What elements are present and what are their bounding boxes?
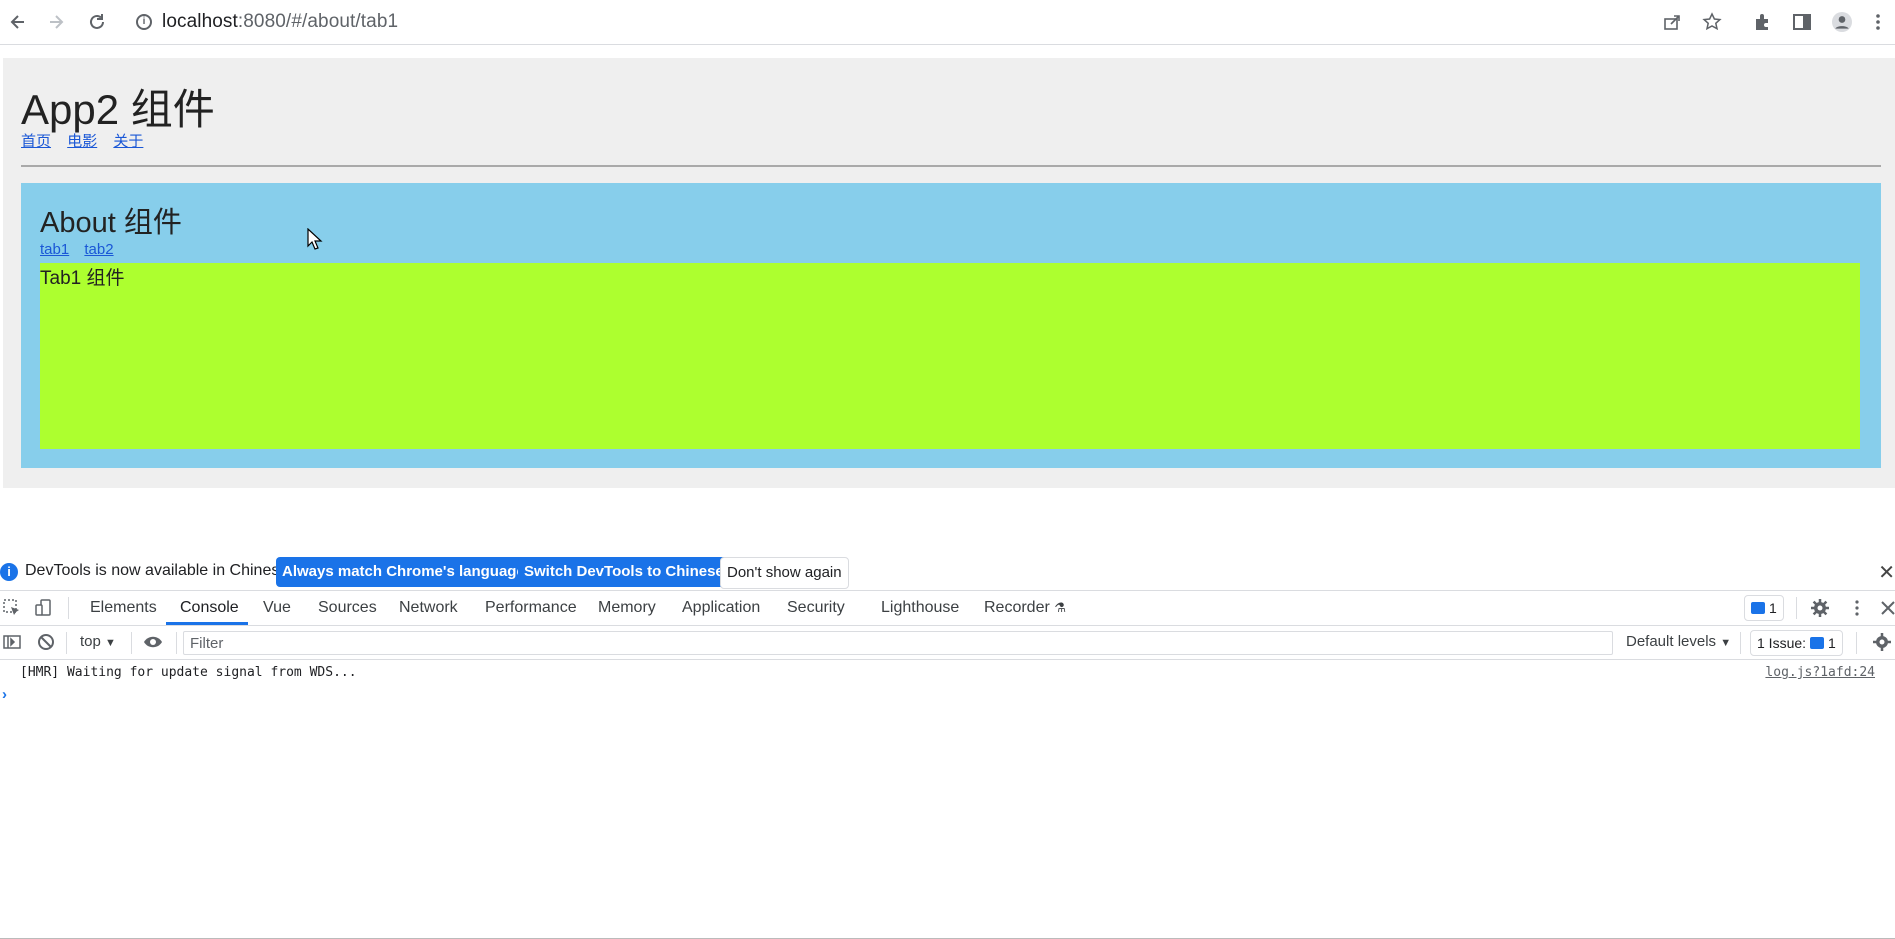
issues-count: 1 (1828, 635, 1836, 651)
about-title: About 组件 (40, 207, 182, 239)
tab-sources[interactable]: Sources (318, 599, 377, 617)
separator (68, 597, 69, 619)
console-prompt-icon[interactable]: › (2, 686, 7, 703)
nav-link-movies[interactable]: 电影 (67, 133, 97, 150)
separator (176, 632, 177, 654)
tab1-panel: Tab1 组件 (40, 263, 1860, 449)
always-match-language-button[interactable]: Always match Chrome's language (276, 557, 531, 587)
separator (1856, 632, 1857, 654)
infobar-message: DevTools is now available in Chinese! (25, 562, 293, 579)
devtools-language-infobar: i DevTools is now available in Chinese! … (0, 554, 1895, 591)
switch-to-chinese-button[interactable]: Switch DevTools to Chinese (518, 557, 730, 587)
console-toolbar: top ▼ Filter Default levels ▼ 1 Issue: 1 (0, 626, 1895, 660)
profile-avatar-icon[interactable] (1830, 10, 1854, 34)
close-icon[interactable]: ✕ (1878, 560, 1895, 585)
settings-gear-icon[interactable] (1808, 596, 1832, 620)
bookmark-star-icon[interactable] (1700, 10, 1724, 34)
tab-vue[interactable]: Vue (263, 599, 291, 617)
live-expression-eye-icon[interactable] (141, 630, 165, 654)
message-count: 1 (1769, 600, 1777, 616)
active-tab-indicator (166, 622, 248, 625)
console-log-source-link[interactable]: log.js?1afd:24 (1765, 665, 1875, 680)
context-value: top (80, 633, 101, 650)
info-icon: i (0, 563, 18, 581)
tab-lighthouse[interactable]: Lighthouse (881, 599, 959, 617)
nav-link-home[interactable]: 首页 (21, 133, 51, 150)
divider (21, 165, 1881, 167)
issues-label: 1 Issue: (1757, 635, 1807, 651)
console-log-message: [HMR] Waiting for update signal from WDS… (20, 665, 357, 680)
kebab-menu-icon[interactable] (1866, 10, 1890, 34)
log-levels-dropdown[interactable]: Default levels ▼ (1626, 633, 1731, 650)
console-filter-input[interactable]: Filter (183, 631, 1613, 655)
browser-toolbar: i localhost:8080/#/about/tab1 (0, 0, 1895, 45)
tab-link-tab1[interactable]: tab1 (40, 241, 69, 258)
tab-application[interactable]: Application (682, 599, 760, 617)
message-icon (1751, 602, 1765, 614)
tab-memory[interactable]: Memory (598, 599, 656, 617)
nav-link-about[interactable]: 关于 (113, 133, 143, 150)
tab-recorder[interactable]: Recorder ⚗ (984, 599, 1066, 617)
tab-console[interactable]: Console (180, 599, 239, 617)
extensions-icon[interactable] (1750, 10, 1774, 34)
tab-link-tab2[interactable]: tab2 (84, 241, 113, 258)
dont-show-again-button[interactable]: Don't show again (720, 557, 849, 589)
forward-icon[interactable] (44, 10, 68, 34)
tab1-content: Tab1 组件 (40, 268, 125, 289)
console-output: [HMR] Waiting for update signal from WDS… (0, 660, 1895, 939)
back-icon[interactable] (6, 10, 30, 34)
separator (1796, 597, 1797, 619)
app-nav: 首页 电影 关于 (21, 130, 155, 151)
app-container: App2 组件 首页 电影 关于 About 组件 tab1 tab2 Tab1… (3, 58, 1895, 488)
tab-security[interactable]: Security (787, 599, 845, 617)
messages-badge[interactable]: 1 (1744, 595, 1784, 621)
separator (1740, 632, 1741, 654)
site-info-icon[interactable]: i (136, 14, 152, 30)
tab-recorder-label: Recorder (984, 599, 1050, 616)
side-panel-icon[interactable] (1790, 10, 1814, 34)
dropdown-arrow-icon: ▼ (1720, 637, 1732, 649)
separator (66, 632, 67, 654)
mouse-cursor-icon (307, 228, 323, 250)
log-levels-value: Default levels (1626, 633, 1717, 650)
address-bar[interactable]: i localhost:8080/#/about/tab1 (136, 6, 398, 38)
inspect-element-icon[interactable] (0, 596, 24, 620)
about-panel: About 组件 tab1 tab2 Tab1 组件 (21, 183, 1881, 468)
tab-elements[interactable]: Elements (90, 599, 157, 617)
flask-icon: ⚗ (1054, 600, 1066, 615)
issues-badge[interactable]: 1 Issue: 1 (1750, 630, 1843, 656)
clear-console-icon[interactable] (34, 630, 58, 654)
context-selector[interactable]: top ▼ (80, 633, 116, 650)
share-icon[interactable] (1660, 10, 1684, 34)
console-settings-gear-icon[interactable] (1870, 630, 1894, 654)
devtools-tab-strip: Elements Console Vue Sources Network Per… (0, 591, 1895, 626)
issue-icon (1810, 637, 1825, 649)
tab-network[interactable]: Network (399, 599, 458, 617)
separator (131, 632, 132, 654)
reload-icon[interactable] (85, 10, 109, 34)
close-devtools-icon[interactable] (1876, 596, 1895, 620)
about-tab-nav: tab1 tab2 (40, 241, 125, 258)
dropdown-arrow-icon: ▼ (105, 637, 116, 649)
tab-performance[interactable]: Performance (485, 599, 577, 617)
device-toolbar-icon[interactable] (32, 596, 56, 620)
url-text: localhost:8080/#/about/tab1 (162, 11, 399, 32)
devtools-more-icon[interactable] (1845, 596, 1869, 620)
sidebar-toggle-icon[interactable] (0, 630, 24, 654)
app-title: App2 组件 (21, 86, 215, 133)
